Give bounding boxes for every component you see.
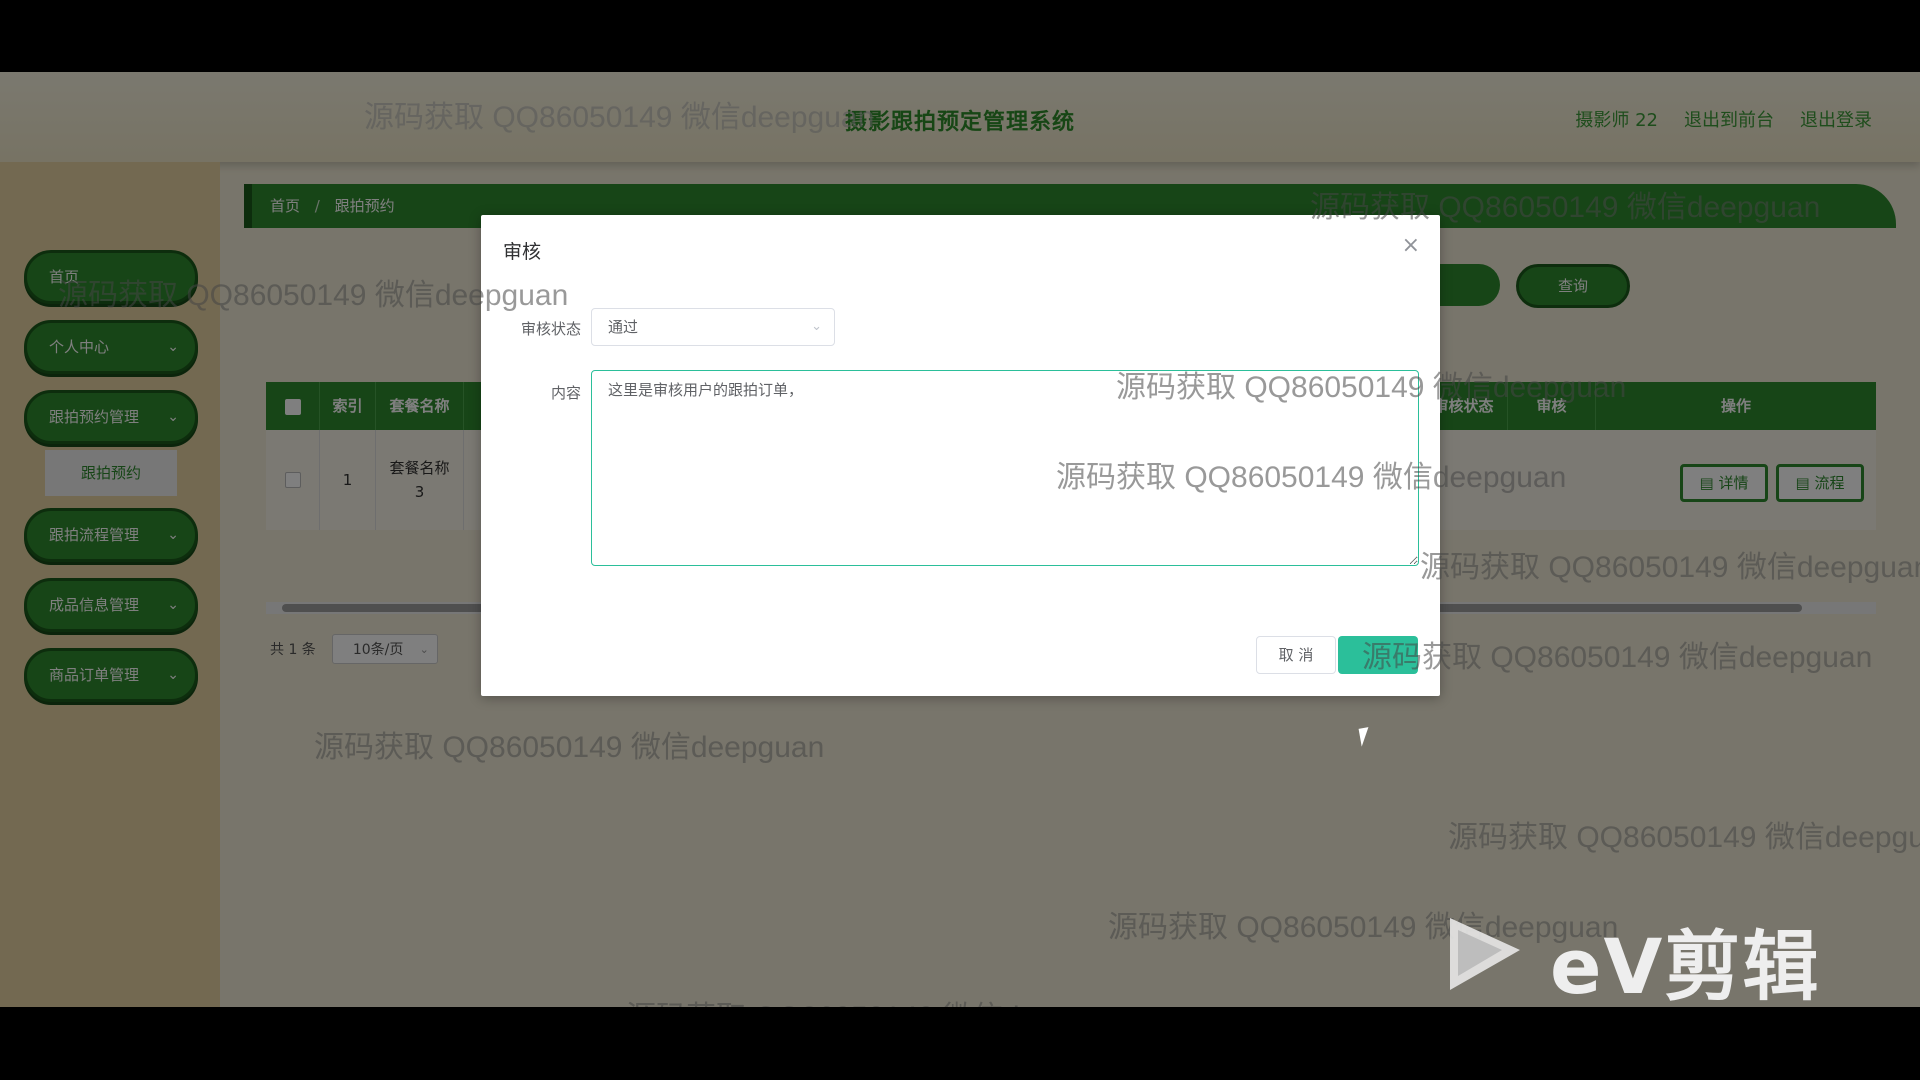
watermark: 源码获取 QQ86050149 微信deepguan: [626, 992, 1136, 1007]
watermark: 源码获取 QQ86050149 微信deepguan: [1056, 461, 1567, 494]
status-label: 审核状态: [520, 320, 581, 338]
mouse-cursor: [1358, 725, 1382, 747]
app-frame: 摄影跟拍预定管理系统 摄影师 22 退出到前台 退出登录 首页 个人中心 ⌄ 跟…: [0, 72, 1920, 1007]
close-icon[interactable]: ×: [1402, 233, 1420, 258]
watermark: 源码获取 QQ86050149 微信deepguan: [1420, 551, 1920, 584]
watermark: 源码获取 QQ86050149 微信deepguan: [364, 101, 875, 134]
status-select-value: 通过: [608, 318, 639, 336]
watermark: 源码获取 QQ86050149 微信deepguan: [314, 731, 825, 764]
watermark: 源码获取 QQ86050149 微信deepguan: [1448, 821, 1920, 854]
watermark: 源码获取 QQ86050149 微信deepguan: [58, 279, 569, 312]
watermark: 源码获取 QQ86050149 微信deepguan: [1108, 911, 1619, 944]
content-label: 内容: [550, 384, 581, 402]
play-logo-icon: [1450, 918, 1520, 990]
watermark: 源码获取 QQ86050149 微信deepguan: [1310, 191, 1821, 224]
watermark: 源码获取 QQ86050149 微信deepguan: [1362, 641, 1873, 674]
watermark: 源码获取 QQ86050149 微信deepguan: [1116, 371, 1627, 404]
dialog-title: 审核: [503, 241, 542, 263]
editor-logo-text: eV剪辑: [1550, 922, 1821, 1011]
status-select[interactable]: 通过 ⌄: [591, 308, 835, 346]
chevron-down-icon: ⌄: [811, 319, 822, 334]
cancel-button[interactable]: 取 消: [1256, 636, 1336, 674]
